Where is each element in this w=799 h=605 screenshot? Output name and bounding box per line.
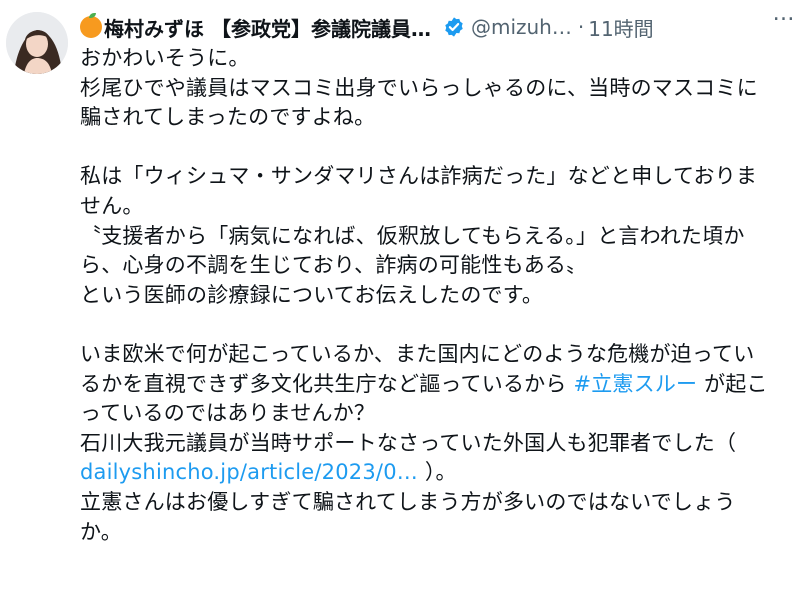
timestamp[interactable]: 11時間: [588, 13, 653, 42]
orange-emoji-icon: [80, 13, 102, 38]
tweet-header: 梅村みずほ 【参政党】参議院議員… @mizuh… · 11時間: [80, 10, 783, 44]
tweet-paragraph: 杉尾ひでや議員はマスコミ出身でいらっしゃるのに、当時のマスコミに騙されてしまった…: [80, 75, 758, 130]
tweet-paragraph: 私は「ウィシュマ・サンダマリさんは詐病だった」などと申しておりません。: [80, 164, 758, 218]
tweet-paragraph: という医師の診療録についてお伝えしたのです。: [80, 282, 544, 307]
separator-dot: ·: [577, 15, 585, 39]
more-options-icon[interactable]: …: [771, 3, 797, 30]
tweet-paragraph: おかわいそうに。: [80, 46, 250, 70]
user-handle[interactable]: @mizuh…: [471, 15, 572, 39]
tweet: 梅村みずほ 【参政党】参議院議員… @mizuh… · 11時間 … おかわいそ…: [0, 0, 799, 605]
tweet-text: ）。: [417, 460, 457, 485]
tweet-paragraph: 〝支援者から「病気になれば、仮釈放してもらえる。」と言われた頃から、心身の不調を…: [80, 223, 745, 278]
tweet-paragraph: いま欧米で何が起こっているか、また国内にどのような危機が迫っているかを直視できず…: [80, 340, 770, 429]
tweet-text: 石川大我元議員が当時サポートなさっていた外国人も犯罪者でした（: [80, 430, 737, 455]
tweet-paragraph: 立憲さんはお優しすぎて騙されてしまう方が多いのではないでしょうか。: [80, 489, 736, 544]
tweet-paragraph: 石川大我元議員が当時サポートなさっていた外国人も犯罪者でした（ dailyshi…: [80, 429, 770, 488]
tweet-body: おかわいそうに。 杉尾ひでや議員はマスコミ出身でいらっしゃるのに、当時のマスコミ…: [80, 44, 770, 547]
hashtag-link[interactable]: #立憲スルー: [573, 372, 697, 396]
avatar-image: [6, 12, 68, 74]
user-avatar-icon[interactable]: [6, 12, 68, 74]
display-name[interactable]: 梅村みずほ 【参政党】参議院議員…: [104, 13, 431, 42]
url-link[interactable]: dailyshincho.jp/article/2023/0…: [80, 460, 418, 484]
verified-badge-icon[interactable]: [443, 16, 465, 38]
